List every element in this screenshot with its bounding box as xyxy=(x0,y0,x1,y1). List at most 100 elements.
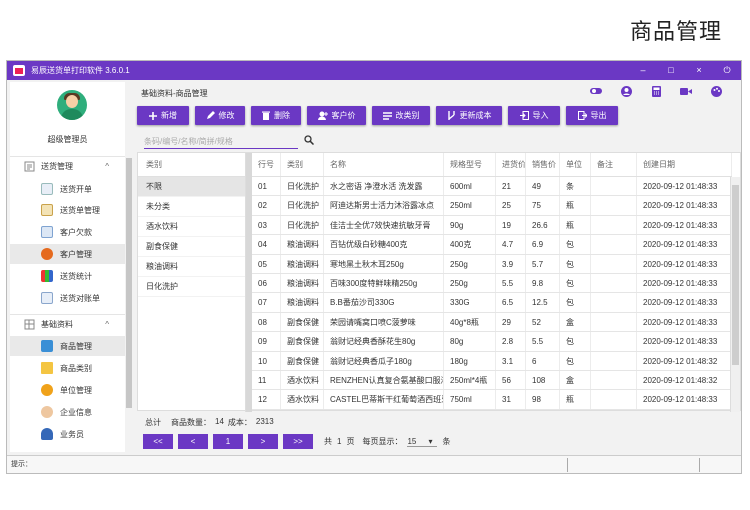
table-cell xyxy=(591,215,637,235)
scroll-thumb[interactable] xyxy=(732,185,739,365)
sidebar-item-products[interactable]: 商品管理 xyxy=(10,336,125,356)
delete-button[interactable]: 删除 xyxy=(251,106,301,125)
sidebar-item-customers[interactable]: 客户管理 xyxy=(10,244,125,264)
column-header[interactable]: 行号 xyxy=(252,153,281,176)
export-button[interactable]: 导出 xyxy=(566,106,618,125)
toggle-icon[interactable] xyxy=(581,83,611,99)
per-page-select[interactable]: 15 ▾ xyxy=(407,436,438,447)
card-icon xyxy=(41,226,53,238)
minimize-icon[interactable]: – xyxy=(629,65,657,76)
avatar[interactable] xyxy=(57,90,87,120)
table-row[interactable]: 07 粮油调料 B.B番茄沙司330G 330G 6.5 12.5 包 2020-09-12 … xyxy=(252,293,732,313)
table-row[interactable]: 02 日化洗护 阿迪达斯男士活力沐浴露冰点 250ml 25 75 瓶 2020-09-12 … xyxy=(252,196,732,216)
table-cell: 75 xyxy=(526,196,560,215)
sidebar-item-arrears[interactable]: 客户欠款 xyxy=(10,222,125,242)
sidebar-item-statement[interactable]: 送货对账单 xyxy=(10,288,125,308)
import-button[interactable]: 导入 xyxy=(508,106,560,125)
table-cell: 49 xyxy=(526,177,560,196)
category-item[interactable]: 粮油调料 xyxy=(138,257,245,277)
table-cell: 粮油调料 xyxy=(281,235,324,254)
table-row[interactable]: 09 副食保健 翁财记经典香酥花生80g 80g 2.8 5.5 包 2020-09-12 0… xyxy=(252,332,732,352)
count-value: 14 xyxy=(215,417,224,426)
table-row[interactable]: 03 日化洗护 佳洁士全优7效快速抗敏牙膏 90g 19 26.6 瓶 2020-09-12 … xyxy=(252,215,732,236)
table-cell: RENZHEN认真复合氨基酸口服液 xyxy=(324,370,444,390)
change-category-button[interactable]: 改类别 xyxy=(372,106,430,125)
table-row[interactable]: 01 日化洗护 水之密语 净澄水活 洗发露 600ml 21 49 条 2020-09-12 … xyxy=(252,177,732,197)
sidebar-item-salesman[interactable]: 业务员 xyxy=(10,424,125,444)
category-item[interactable]: 酒水饮料 xyxy=(138,217,245,237)
table-cell: 包 xyxy=(560,351,591,370)
sidebar-item-delivery-manage[interactable]: 送货单管理 xyxy=(10,200,125,220)
account-icon[interactable] xyxy=(611,83,641,99)
table-cell: 02 xyxy=(252,196,281,215)
next-page-button[interactable]: > xyxy=(248,434,278,449)
table-cell: 31 xyxy=(496,390,526,409)
table-cell: 盒 xyxy=(560,370,591,390)
table-cell: 包 xyxy=(560,273,591,293)
column-header[interactable]: 单位 xyxy=(560,153,591,176)
column-header[interactable]: 规格型号 xyxy=(444,153,496,176)
column-header[interactable]: 销售价 xyxy=(526,153,560,176)
edit-button[interactable]: 修改 xyxy=(195,106,245,125)
close-icon[interactable]: × xyxy=(685,65,713,76)
table-row[interactable]: 11 酒水饮料 RENZHEN认真复合氨基酸口服液 250ml*4瓶 56 108 盒 202… xyxy=(252,370,732,391)
form-icon xyxy=(41,183,53,195)
power-icon[interactable]: ⏻ xyxy=(713,65,741,76)
status-bar: 提示： xyxy=(7,455,741,473)
table-row[interactable]: 12 酒水饮料 CASTEL巴蒂斯干红葡萄酒西班牙 750ml 31 98 瓶 2020-09… xyxy=(252,390,732,410)
table-cell: 2020-09-12 01:48:33 xyxy=(637,177,732,196)
search-input[interactable]: 条码/编号/名称/简拼/规格 xyxy=(144,133,298,149)
table-scrollbar[interactable] xyxy=(730,177,740,412)
sidebar-scrollbar[interactable] xyxy=(126,158,132,408)
title-bar: 易辰送货单打印软件 3.6.0.1 – □ × ⏻ xyxy=(7,61,741,80)
window-controls: – □ × ⏻ xyxy=(629,65,741,76)
last-page-button[interactable]: >> xyxy=(283,434,313,449)
sidebar-item-units[interactable]: 单位管理 xyxy=(10,380,125,400)
current-page-button[interactable]: 1 xyxy=(213,434,243,449)
update-cost-button[interactable]: 更新成本 xyxy=(436,106,502,125)
cost-label: 成本： xyxy=(227,418,252,427)
customer-icon xyxy=(41,248,53,260)
calculator-icon[interactable] xyxy=(641,83,671,99)
column-header[interactable]: 备注 xyxy=(591,153,637,176)
table-row[interactable]: 04 粮油调料 百钻优级白砂糖400克 400克 4.7 6.9 包 2020-09-12 0… xyxy=(252,235,732,255)
column-header[interactable]: 创建日期 xyxy=(637,153,732,176)
window-title: 易辰送货单打印软件 3.6.0.1 xyxy=(31,66,130,75)
sidebar-group-basic[interactable]: 基础资料 ^ xyxy=(10,314,125,334)
palette-icon[interactable] xyxy=(701,83,731,99)
table-row[interactable]: 10 副食保健 翁财记经典香瓜子180g 180g 3.1 6 包 2020-09-12 01… xyxy=(252,351,732,371)
sidebar-item-company[interactable]: 企业信息 xyxy=(10,402,125,422)
caret-down-icon: ▾ xyxy=(428,436,433,446)
column-header[interactable]: 进货价 xyxy=(496,153,526,176)
column-header[interactable]: 名称 xyxy=(324,153,444,176)
first-page-button[interactable]: << xyxy=(143,434,173,449)
category-item[interactable]: 副食保健 xyxy=(138,237,245,257)
breadcrumb: 基础资料-商品管理 xyxy=(141,89,208,98)
column-header[interactable]: 类别 xyxy=(281,153,324,176)
table-cell xyxy=(591,390,637,409)
category-item[interactable]: 日化洗护 xyxy=(138,277,245,297)
add-button[interactable]: 新增 xyxy=(137,106,189,125)
search-icon[interactable] xyxy=(304,135,315,147)
prev-page-button[interactable]: < xyxy=(178,434,208,449)
table-cell: 6.5 xyxy=(496,293,526,312)
category-item[interactable]: 不限 xyxy=(138,177,245,197)
category-item[interactable]: 未分类 xyxy=(138,197,245,217)
table-row[interactable]: 05 粮油调料 寒地黑土秋木耳250g 250g 3.9 5.7 包 2020-09-12 0… xyxy=(252,254,732,274)
table-cell: 包 xyxy=(560,332,591,351)
sidebar-item-delivery-order[interactable]: 送货开单 xyxy=(10,179,125,199)
maximize-icon[interactable]: □ xyxy=(657,65,685,76)
customer-price-button[interactable]: 客户价 xyxy=(307,106,366,125)
company-icon xyxy=(41,406,53,418)
sidebar-group-delivery[interactable]: 送货管理 ^ xyxy=(10,156,125,176)
sidebar-item-statistics[interactable]: 送货统计 xyxy=(10,266,125,286)
category-list: 类别 不限 未分类 酒水饮料 副食保健 粮油调料 日化洗护 xyxy=(138,153,246,412)
table-cell: 副食保健 xyxy=(281,332,324,351)
table-cell: 6 xyxy=(526,351,560,370)
table-cell: 12 xyxy=(252,390,281,409)
sidebar-item-categories[interactable]: 商品类别 xyxy=(10,358,125,378)
table-row[interactable]: 08 副食保健 荣园请嘴窝口喷C菠萝味 40g*8瓶 29 52 盒 2020-09-12 0… xyxy=(252,312,732,333)
video-icon[interactable] xyxy=(671,83,701,99)
table-cell: 05 xyxy=(252,254,281,273)
table-row[interactable]: 06 粮油调料 百味300度特鲜味精250g 250g 5.5 9.8 包 2020-09-1… xyxy=(252,273,732,294)
